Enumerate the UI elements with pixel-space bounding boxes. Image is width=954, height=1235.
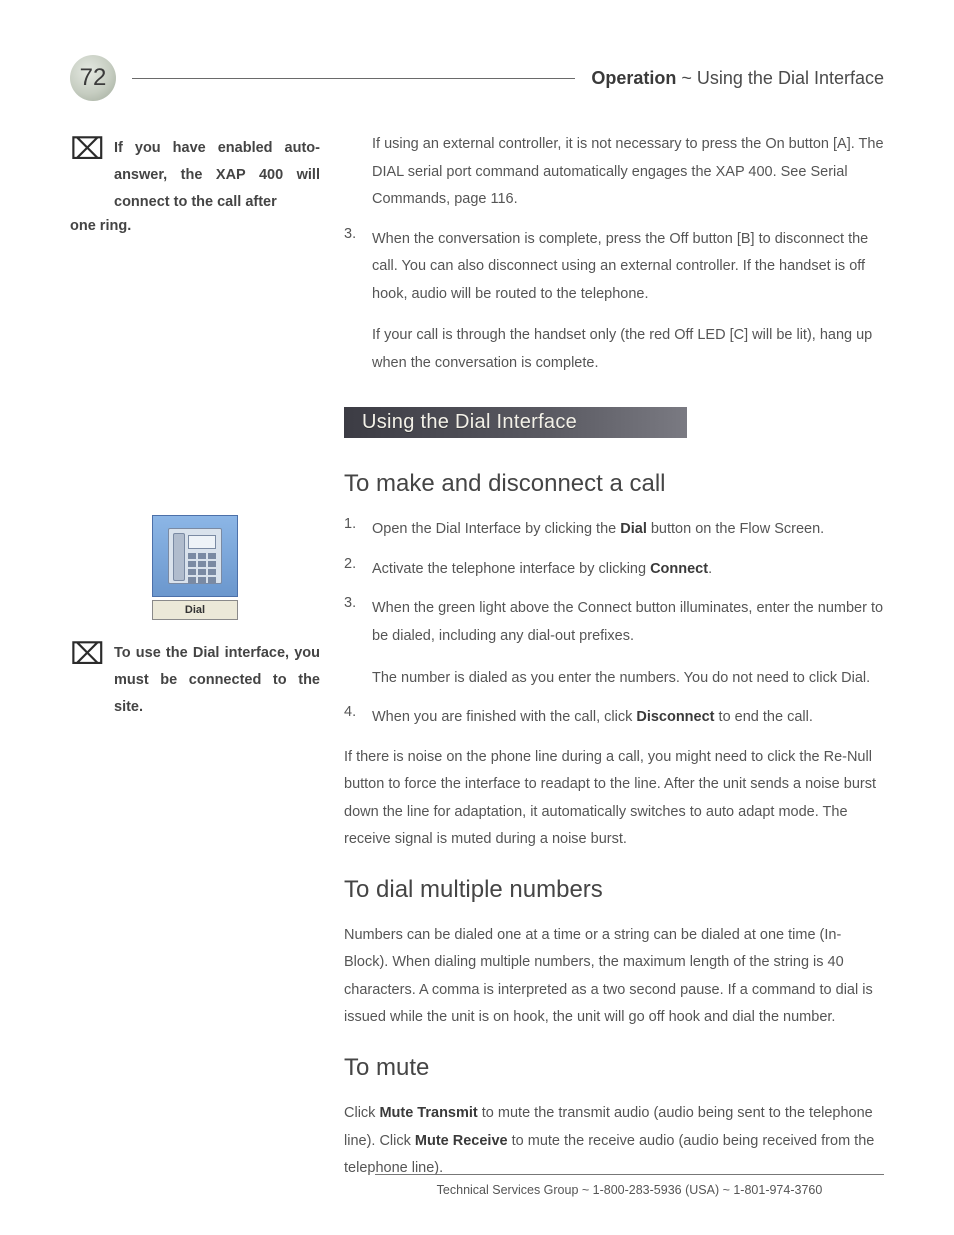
heading-dial-multiple: To dial multiple numbers: [344, 876, 884, 904]
document-page: 72 Operation ~ Using the Dial Interface …: [0, 0, 954, 1235]
list-text: When the conversation is complete, press…: [372, 231, 868, 302]
text-pre: Open the Dial Interface by clicking the: [372, 521, 620, 537]
heading-make-disconnect: To make and disconnect a call: [344, 470, 884, 498]
text-bold: Dial: [620, 521, 647, 537]
list-sub: If your call is through the handset only…: [372, 322, 884, 377]
main-column: If using an external controller, it is n…: [344, 131, 884, 1195]
section-bar-using-dial: Using the Dial Interface: [344, 407, 687, 438]
text-pre: When you are finished with the call, cli…: [372, 709, 636, 725]
note-text-line1: If you have enabled auto-answer, the XAP…: [114, 135, 320, 215]
mute-b1: Mute Transmit: [379, 1105, 477, 1121]
heading-mute: To mute: [344, 1054, 884, 1082]
note-dial-interface: ⌧ To use the Dial interface, you must be…: [70, 640, 320, 720]
list-sub: The number is dialed as you enter the nu…: [372, 665, 884, 693]
page-footer: Technical Services Group ~ 1-800-283-593…: [375, 1174, 884, 1197]
note-text-line2: one ring.: [70, 213, 320, 240]
phone-icon: [152, 515, 238, 597]
intro-paragraph: If using an external controller, it is n…: [344, 131, 884, 214]
list-num: 4.: [344, 704, 372, 732]
paragraph-renull: If there is noise on the phone line duri…: [344, 744, 884, 854]
header-title-rest: ~ Using the Dial Interface: [676, 68, 884, 88]
note-text: To use the Dial interface, you must be c…: [114, 640, 320, 720]
list-item: 3. When the green light above the Connec…: [344, 595, 884, 692]
side-column: ⌧ If you have enabled auto-answer, the X…: [70, 131, 320, 1195]
list-item: 3. When the conversation is complete, pr…: [344, 226, 884, 378]
header-title: Operation ~ Using the Dial Interface: [591, 68, 884, 89]
page-header: 72 Operation ~ Using the Dial Interface: [70, 55, 884, 101]
header-rule: [132, 78, 575, 79]
paragraph-multiple: Numbers can be dialed one at a time or a…: [344, 922, 884, 1032]
list-num: 2.: [344, 556, 372, 584]
text-pre: When the green light above the Connect b…: [372, 600, 883, 644]
note-auto-answer: ⌧ If you have enabled auto-answer, the X…: [70, 135, 320, 215]
list-item: 4. When you are finished with the call, …: [344, 704, 884, 732]
dial-button-image: Dial: [152, 600, 238, 620]
paragraph-mute: Click Mute Transmit to mute the transmit…: [344, 1100, 884, 1183]
text-post: to end the call.: [715, 709, 813, 725]
text-post: button on the Flow Screen.: [647, 521, 824, 537]
list-num: 3.: [344, 595, 372, 692]
text-bold: Disconnect: [636, 709, 714, 725]
list-item: 2. Activate the telephone interface by c…: [344, 556, 884, 584]
note-icon: ⌧: [70, 640, 102, 720]
text-post: .: [708, 561, 712, 577]
dial-figure: Dial: [152, 515, 238, 620]
text-bold: Connect: [650, 561, 708, 577]
mute-pre: Click: [344, 1105, 379, 1121]
page-number-badge: 72: [70, 55, 116, 101]
header-title-bold: Operation: [591, 68, 676, 88]
mute-b2: Mute Receive: [415, 1133, 508, 1149]
list-num: 3.: [344, 226, 372, 378]
list-item: 1. Open the Dial Interface by clicking t…: [344, 516, 884, 544]
list-num: 1.: [344, 516, 372, 544]
body-area: ⌧ If you have enabled auto-answer, the X…: [70, 131, 884, 1195]
note-icon: ⌧: [70, 135, 102, 215]
text-pre: Activate the telephone interface by clic…: [372, 561, 650, 577]
